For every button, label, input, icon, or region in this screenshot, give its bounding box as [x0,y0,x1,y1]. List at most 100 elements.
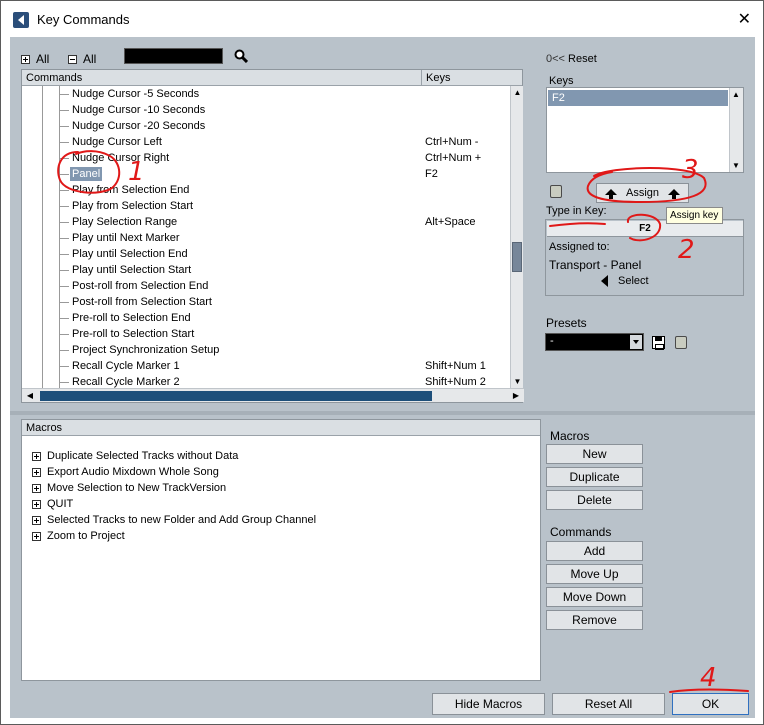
command-row[interactable]: Play until Next Marker [22,230,510,246]
tree-branch-line [59,286,69,287]
dialog-body: All All 0<< Reset Commands Keys Nudge Cu… [10,37,755,718]
tree-branch-line [59,270,69,271]
command-row[interactable]: Nudge Cursor -20 Seconds [22,118,510,134]
keys-list: F2 ▲ ▼ [546,87,744,173]
command-key: F2 [425,168,438,180]
delete-key-trash-icon[interactable] [550,185,562,198]
type-in-key-label: Type in Key: [546,205,607,217]
tree-branch-line [59,190,69,191]
splitter[interactable] [10,411,755,415]
column-header-keys[interactable]: Keys [422,70,522,86]
new-macro-button[interactable]: New [546,444,643,464]
move-down-button[interactable]: Move Down [546,587,643,607]
scroll-left-icon[interactable]: ◀ [25,391,35,401]
reset-button[interactable]: 0<< Reset [546,53,597,65]
scroll-thumb[interactable] [40,391,432,401]
tree-branch-line [59,126,69,127]
command-row[interactable]: Recall Cycle Marker 2 Shift+Num 2 [22,374,510,388]
search-input[interactable] [124,48,223,64]
keys-scrollbar[interactable]: ▲ ▼ [729,88,743,172]
expand-plus-icon[interactable] [32,531,41,541]
type-in-key-group: F2 Assigned to: Transport - Panel Select [545,219,744,296]
command-name: Play Selection Range [72,216,178,228]
macro-list-item[interactable]: Duplicate Selected Tracks without Data [32,448,238,464]
expand-plus-icon[interactable] [32,515,41,525]
command-row[interactable]: Play from Selection End [22,182,510,198]
key-list-item[interactable]: F2 [548,90,728,106]
scroll-up-icon[interactable]: ▲ [732,90,740,99]
column-header-macros: Macros [22,420,540,436]
search-icon[interactable] [234,49,248,63]
scroll-down-icon[interactable]: ▼ [732,161,740,170]
command-name: Project Synchronization Setup [72,344,220,356]
commands-horizontal-scrollbar[interactable]: ◀ ▶ [22,388,524,402]
macro-list-item[interactable]: Export Audio Mixdown Whole Song [32,464,219,480]
command-row[interactable]: Post-roll from Selection Start [22,294,510,310]
scroll-thumb[interactable] [512,242,522,272]
presets-label: Presets [546,316,587,330]
key-commands-window: Key Commands ✕ All All 0<< Reset Command… [0,0,764,725]
command-row[interactable]: Pre-roll to Selection End [22,310,510,326]
select-button[interactable]: Select [601,275,649,287]
presets-dropdown[interactable]: - [545,333,644,351]
macros-section-label: Macros [550,429,590,443]
command-row[interactable]: Play Selection Range Alt+Space [22,214,510,230]
expand-plus-icon[interactable] [32,451,41,461]
command-row[interactable]: Play until Selection Start [22,262,510,278]
hide-macros-button[interactable]: Hide Macros [432,693,545,715]
command-row[interactable]: Play from Selection Start [22,198,510,214]
tree-branch-line [59,334,69,335]
command-name: Recall Cycle Marker 1 [72,360,180,372]
tree-branch-line [59,174,69,175]
expand-plus-icon[interactable] [32,483,41,493]
macros-tree: Macros Duplicate Selected Tracks without… [21,419,541,681]
command-row[interactable]: Nudge Cursor Left Ctrl+Num - [22,134,510,150]
tree-branch-line [59,158,69,159]
macro-name: Export Audio Mixdown Whole Song [47,466,219,478]
delete-macro-button[interactable]: Delete [546,490,643,510]
duplicate-macro-button[interactable]: Duplicate [546,467,643,487]
add-command-button[interactable]: Add [546,541,643,561]
assign-button[interactable]: Assign [596,183,689,203]
macro-list-item[interactable]: Move Selection to New TrackVersion [32,480,226,496]
remove-command-button[interactable]: Remove [546,610,643,630]
command-row[interactable]: Nudge Cursor -10 Seconds [22,102,510,118]
assigned-to-value: Transport - Panel [549,258,642,272]
save-preset-icon[interactable] [652,336,665,350]
chevron-down-icon[interactable] [630,335,642,349]
command-key: Alt+Space [425,216,476,228]
command-row[interactable]: Play until Selection End [22,246,510,262]
macro-name: Duplicate Selected Tracks without Data [47,450,239,462]
collapse-all-button[interactable]: All [68,52,96,66]
tree-branch-line [59,302,69,303]
command-row[interactable]: Panel F2 [22,166,510,182]
close-icon[interactable]: ✕ [738,9,751,29]
command-row[interactable]: Nudge Cursor -5 Seconds [22,86,510,102]
scroll-up-icon[interactable]: ▲ [513,88,522,97]
macro-list-item[interactable]: Zoom to Project [32,528,125,544]
command-row[interactable]: Nudge Cursor Right Ctrl+Num + [22,150,510,166]
column-header-commands[interactable]: Commands [22,70,422,86]
commands-section-label: Commands [550,525,612,539]
macro-list-item[interactable]: QUIT [32,496,73,512]
reset-all-button[interactable]: Reset All [552,693,665,715]
command-row[interactable]: Post-roll from Selection End [22,278,510,294]
macro-list-item[interactable]: Selected Tracks to new Folder and Add Gr… [32,512,316,528]
command-row[interactable]: Recall Cycle Marker 1 Shift+Num 1 [22,358,510,374]
ok-button[interactable]: OK [672,693,749,715]
delete-preset-trash-icon[interactable] [675,336,687,349]
command-name: Pre-roll to Selection Start [72,328,195,340]
expand-plus-icon[interactable] [32,499,41,509]
scroll-right-icon[interactable]: ▶ [511,391,521,401]
expand-all-button[interactable]: All [21,52,49,66]
tree-branch-line [59,366,69,367]
command-row[interactable]: Project Synchronization Setup [22,342,510,358]
scroll-down-icon[interactable]: ▼ [513,377,522,386]
move-up-button[interactable]: Move Up [546,564,643,584]
expand-plus-icon[interactable] [32,467,41,477]
command-name: Nudge Cursor Left [72,136,162,148]
arrow-left-icon [601,275,608,287]
tree-branch-line [59,350,69,351]
command-row[interactable]: Pre-roll to Selection Start [22,326,510,342]
commands-vertical-scrollbar[interactable]: ▲ ▼ [510,86,523,388]
